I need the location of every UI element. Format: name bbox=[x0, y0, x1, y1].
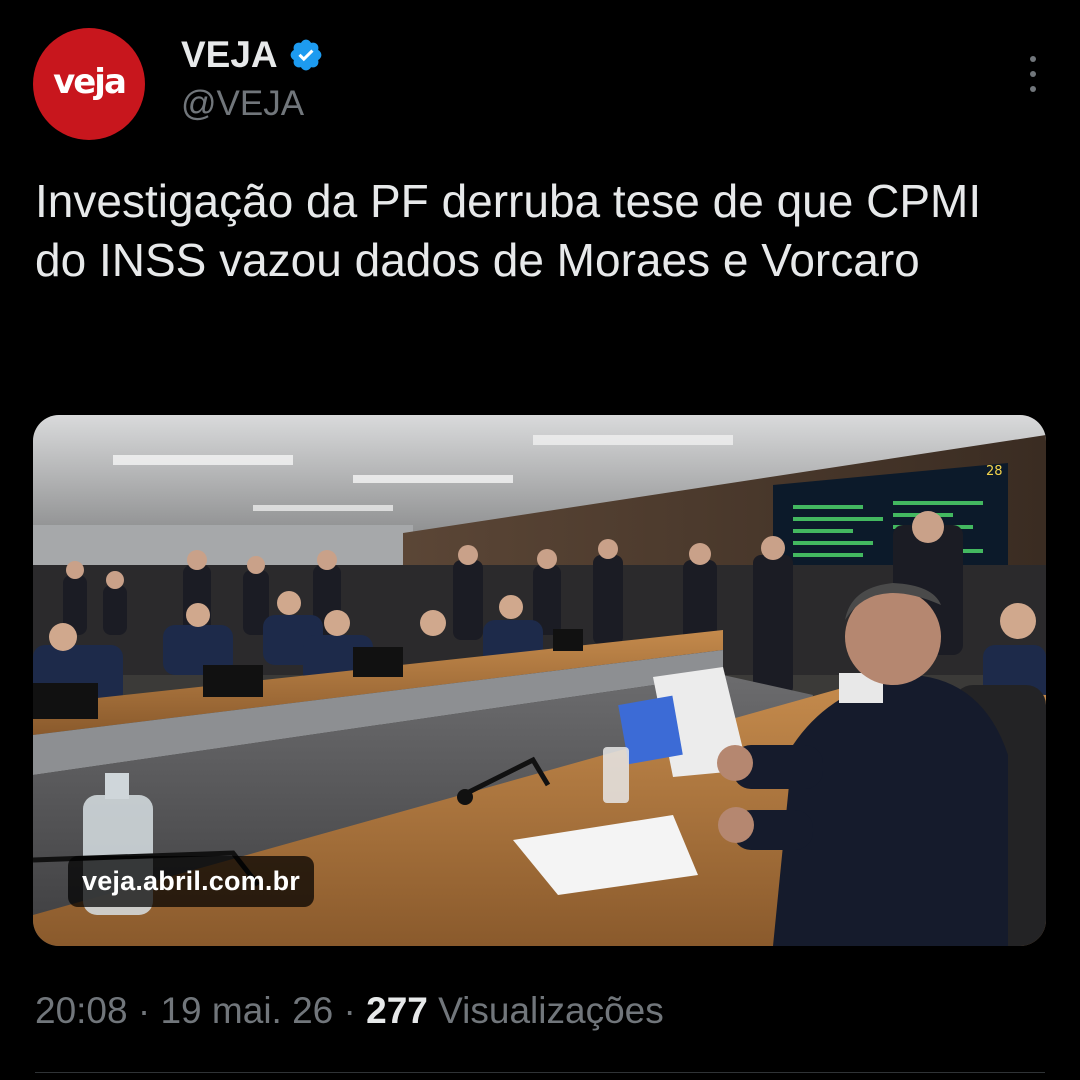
meta-separator: · bbox=[333, 990, 367, 1031]
tweet-time[interactable]: 20:08 bbox=[35, 990, 128, 1031]
views-label[interactable]: Visualizações bbox=[438, 990, 664, 1031]
avatar[interactable]: veja bbox=[33, 28, 145, 140]
tweet-date[interactable]: 19 mai. 26 bbox=[160, 990, 333, 1031]
verified-badge-icon bbox=[290, 39, 322, 71]
more-options-icon[interactable] bbox=[1028, 56, 1038, 92]
display-name[interactable]: VEJA bbox=[181, 34, 278, 76]
author-handle[interactable]: @VEJA bbox=[181, 84, 304, 124]
author-name-row[interactable]: VEJA bbox=[181, 34, 324, 76]
source-domain-label[interactable]: veja.abril.com.br bbox=[68, 856, 314, 907]
tweet-image[interactable]: 28 veja.abril.com.br bbox=[33, 415, 1046, 946]
tweet-meta: 20:08 · 19 mai. 26 · 277 Visualizações bbox=[35, 990, 664, 1032]
views-count[interactable]: 277 bbox=[366, 990, 428, 1031]
screen-counter: 28 bbox=[986, 464, 1003, 479]
divider bbox=[35, 1072, 1045, 1073]
avatar-logo-text: veja bbox=[53, 62, 127, 102]
meta-separator: · bbox=[127, 990, 161, 1031]
tweet-text: Investigação da PF derruba tese de que C… bbox=[35, 175, 982, 286]
